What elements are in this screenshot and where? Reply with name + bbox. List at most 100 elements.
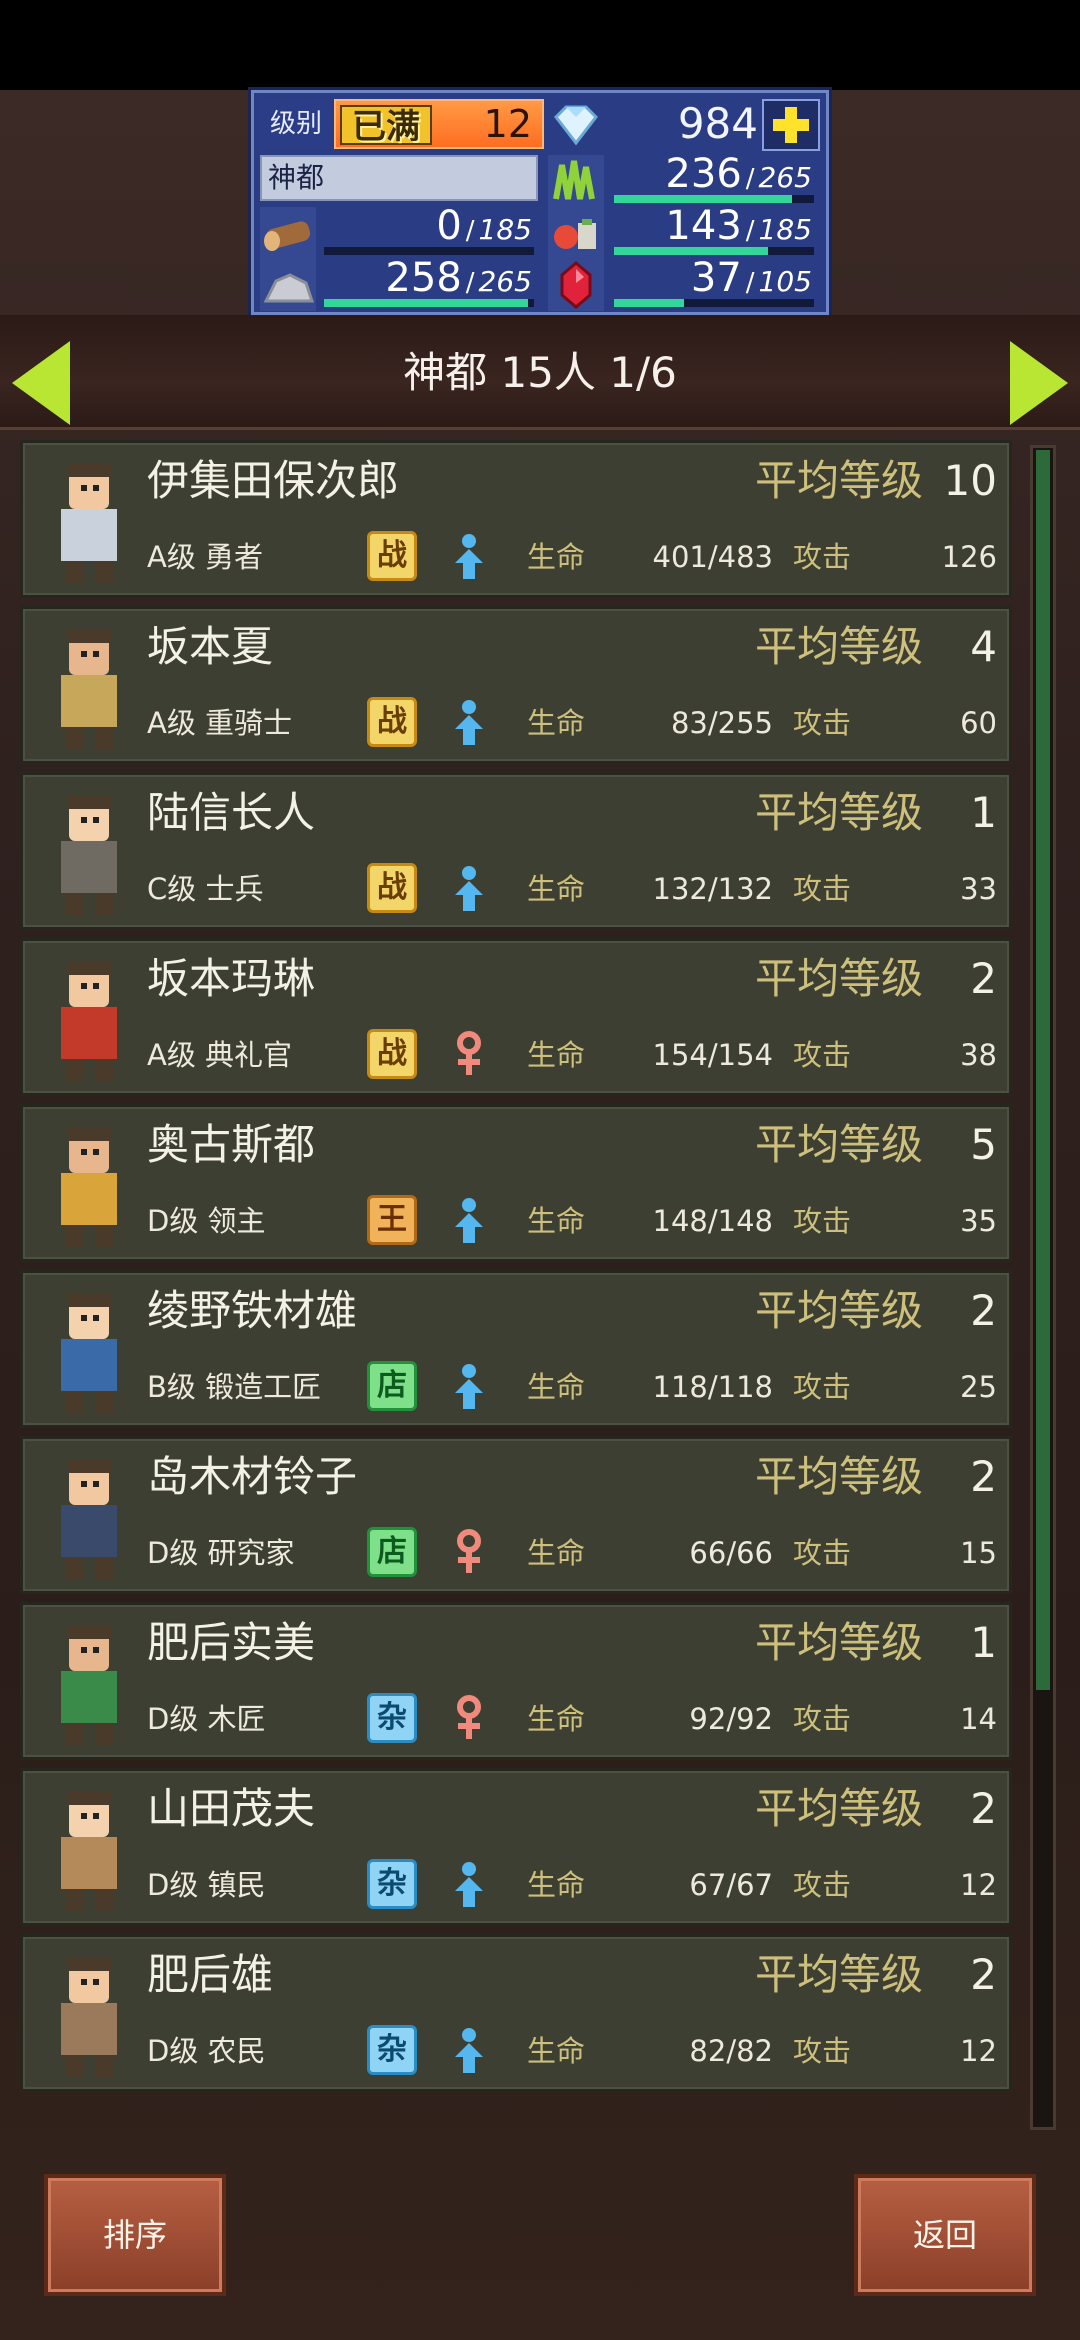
group-header: 神都 15人 1/6: [0, 315, 1080, 430]
character-card[interactable]: 奥古斯都 平均等级 5 D级 领主 王 生命 148/148 攻击 35: [20, 1104, 1012, 1262]
attack-value: 60: [960, 706, 997, 740]
average-level-label: 平均等级: [754, 1286, 923, 1335]
character-avatar: [31, 1115, 155, 1255]
male-icon: [449, 1195, 489, 1245]
female-icon: [449, 1693, 489, 1743]
hp-value: 83/255: [670, 706, 773, 740]
level-label: 级别: [260, 99, 332, 149]
attack-value: 33: [960, 872, 997, 906]
hp-label: 生命: [527, 1536, 586, 1570]
job-type-badge: 战: [367, 531, 417, 581]
attack-label: 攻击: [793, 872, 852, 906]
character-level: 2: [970, 1452, 997, 1501]
attack-value: 14: [960, 1702, 997, 1736]
character-rank: D级 研究家: [147, 1536, 295, 1570]
food-meter: 143/185: [608, 203, 820, 257]
job-type-badge: 战: [367, 863, 417, 913]
character-avatar: [31, 1945, 155, 2085]
resource-panel: 级别 已满 12 984 神都 236/265 0/185 143/185 25…: [251, 90, 829, 315]
attack-label: 攻击: [793, 1370, 852, 1404]
character-level: 5: [970, 1120, 997, 1169]
character-card[interactable]: 肥后雄 平均等级 2 D级 农民 杂 生命 82/82 攻击 12: [20, 1934, 1012, 2092]
character-level: 1: [970, 788, 997, 837]
attack-value: 25: [960, 1370, 997, 1404]
character-name: 肥后雄: [147, 1950, 274, 1999]
character-list[interactable]: 伊集田保次郎 平均等级 10 A级 勇者战生命 401/483 攻击 126 坂本夏 平均等级 4…: [14, 440, 1014, 2130]
character-rank: A级 重骑士: [147, 706, 293, 740]
hp-value: 148/148: [652, 1204, 773, 1238]
attack-label: 攻击: [793, 1038, 852, 1072]
grass-max: 265: [758, 161, 812, 194]
job-type-badge: 杂: [367, 1693, 417, 1743]
character-card[interactable]: 岛木材铃子 平均等级 2 D级 研究家 店 生命 66/66 攻击 15: [20, 1436, 1012, 1594]
average-level-label: 平均等级: [754, 456, 923, 505]
food-bar-fill: [614, 247, 768, 255]
max-level-tag: 已满: [340, 105, 432, 147]
city-name-field: 神都: [260, 155, 538, 201]
ruby-bar: [614, 299, 814, 307]
stone-bar: [324, 299, 534, 307]
wood-icon: [260, 207, 316, 259]
hp-value: 66/66: [689, 1536, 773, 1570]
character-card[interactable]: 山田茂夫 平均等级 2 D级 镇民 杂 生命 67/67 攻击 12: [20, 1768, 1012, 1926]
average-level-label: 平均等级: [754, 622, 923, 671]
attack-label: 攻击: [793, 706, 852, 740]
character-card[interactable]: 伊集田保次郎 平均等级 10 A级 勇者 战 生命 401/483 攻击 126: [20, 440, 1012, 598]
character-name: 伊集田保次郎: [147, 456, 400, 505]
hp-value: 67/67: [689, 1868, 773, 1902]
grass-slash: /: [745, 164, 755, 194]
scrollbar[interactable]: [1030, 445, 1056, 2130]
character-avatar: [31, 1447, 155, 1587]
stone-meter: 258/265: [318, 255, 540, 309]
hp-label: 生命: [527, 1702, 586, 1736]
average-level-label: 平均等级: [754, 1120, 923, 1169]
hp-label: 生命: [527, 706, 586, 740]
character-avatar: [31, 949, 155, 1089]
hp-value: 118/118: [652, 1370, 773, 1404]
grass-bar-fill: [614, 195, 792, 203]
character-card[interactable]: 绫野铁材雄 平均等级 2 B级 锻造工匠 店 生命 118/118 攻击 25: [20, 1270, 1012, 1428]
hp-label: 生命: [527, 872, 586, 906]
male-icon: [449, 2025, 489, 2075]
attack-value: 35: [960, 1204, 997, 1238]
job-type-badge: 杂: [367, 2025, 417, 2075]
average-level-label: 平均等级: [754, 1950, 923, 1999]
back-button[interactable]: 返回: [854, 2174, 1036, 2296]
add-gems-button[interactable]: [762, 99, 820, 151]
attack-label: 攻击: [793, 1536, 852, 1570]
ruby-icon: [548, 259, 604, 311]
character-rank: A级 勇者: [147, 540, 264, 574]
character-name: 坂本玛琳: [147, 954, 316, 1003]
character-name: 坂本夏: [147, 622, 274, 671]
female-icon: [449, 1029, 489, 1079]
stone-bar-fill: [324, 299, 528, 307]
character-rank: D级 领主: [147, 1204, 266, 1238]
wood-bar: [324, 247, 534, 255]
attack-label: 攻击: [793, 1702, 852, 1736]
plus-icon: [773, 107, 809, 143]
character-level: 2: [970, 954, 997, 1003]
character-level: 1: [970, 1618, 997, 1667]
hp-label: 生命: [527, 1038, 586, 1072]
character-rank: B级 锻造工匠: [147, 1370, 322, 1404]
status-bar: [0, 0, 1080, 90]
gem-count: 984: [677, 99, 758, 148]
character-card[interactable]: 肥后实美 平均等级 1 D级 木匠 杂 生命 92/92 攻击 14: [20, 1602, 1012, 1760]
character-avatar: [31, 1281, 155, 1421]
character-avatar: [31, 617, 155, 757]
wood-slash: /: [465, 216, 475, 246]
food-bar: [614, 247, 814, 255]
character-card[interactable]: 陆信长人 平均等级 1 C级 士兵 战 生命 132/132 攻击 33: [20, 772, 1012, 930]
scrollbar-thumb[interactable]: [1036, 450, 1050, 1690]
food-slash: /: [745, 216, 755, 246]
level-box: 已满 12: [334, 99, 544, 149]
sort-button[interactable]: 排序: [44, 2174, 226, 2296]
next-page-arrow-icon[interactable]: [1010, 341, 1068, 425]
character-card[interactable]: 坂本夏 平均等级 4 A级 重骑士 战 生命 83/255 攻击 60: [20, 606, 1012, 764]
character-card[interactable]: 坂本玛琳 平均等级 2 A级 典礼官 战 生命 154/154 攻击 38: [20, 938, 1012, 1096]
job-type-badge: 店: [367, 1361, 417, 1411]
attack-value: 12: [960, 1868, 997, 1902]
level-value: 12: [483, 102, 532, 146]
character-name: 奥古斯都: [147, 1120, 316, 1169]
character-name: 肥后实美: [147, 1618, 316, 1667]
